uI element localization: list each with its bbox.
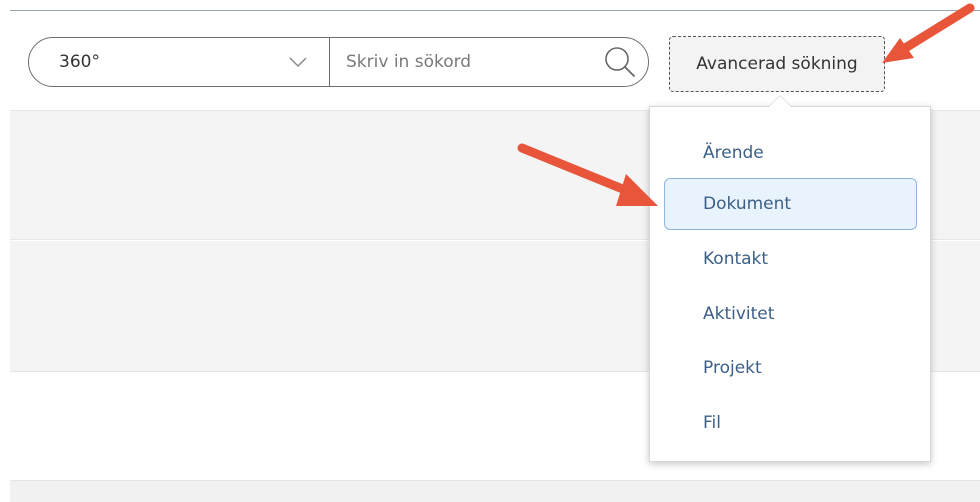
advanced-search-button[interactable]: Avancerad sökning	[669, 36, 885, 92]
search-icon[interactable]	[602, 45, 636, 79]
search-scope-select[interactable]: 360°	[29, 38, 330, 86]
annotation-arrow-icon	[882, 3, 975, 63]
menu-item-arende[interactable]: Ärende	[664, 127, 917, 179]
menu-item-projekt[interactable]: Projekt	[664, 342, 917, 394]
top-divider	[10, 10, 980, 11]
search-field	[330, 38, 648, 86]
menu-item-aktivitet[interactable]: Aktivitet	[664, 288, 917, 340]
menu-item-dokument[interactable]: Dokument	[664, 178, 917, 230]
menu-item-fil[interactable]: Fil	[664, 397, 917, 449]
search-scope-value: 360°	[59, 52, 100, 72]
menu-item-kontakt[interactable]: Kontakt	[664, 233, 917, 285]
advanced-search-menu: Ärende Dokument Kontakt Aktivitet Projek…	[649, 95, 931, 462]
search-bar: 360°	[28, 37, 649, 87]
menu-caret	[768, 95, 792, 107]
content-row	[10, 480, 980, 502]
chevron-down-icon	[289, 57, 307, 67]
search-input[interactable]	[346, 38, 602, 86]
